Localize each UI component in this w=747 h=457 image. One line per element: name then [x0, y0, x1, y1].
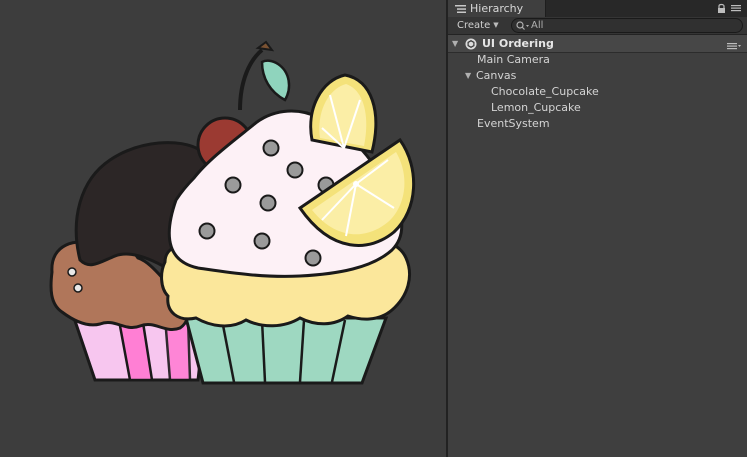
search-input[interactable]: All	[511, 18, 743, 33]
lemon-cupcake[interactable]	[160, 73, 416, 385]
expand-arrow-icon[interactable]: ▼	[452, 39, 462, 48]
tab-strip: Hierarchy	[448, 0, 747, 18]
tree-item-label: Chocolate_Cupcake	[491, 84, 599, 98]
expand-arrow-icon[interactable]: ▼	[465, 71, 476, 80]
tree-item-eventsystem[interactable]: EventSystem	[477, 115, 550, 131]
tab-label: Hierarchy	[470, 2, 524, 15]
tree-item-main-camera[interactable]: Main Camera	[477, 51, 550, 67]
cupcakes-canvas	[49, 40, 416, 385]
hierarchy-toolbar: Create ▼ All	[448, 17, 747, 35]
tree-item-label: Lemon_Cupcake	[491, 100, 581, 114]
tab-hierarchy[interactable]: Hierarchy	[448, 0, 546, 17]
scene-name: UI Ordering	[482, 37, 554, 50]
unity-scene-icon	[464, 37, 478, 51]
create-button[interactable]: Create ▼	[453, 18, 503, 32]
scene-menu-icon[interactable]	[727, 37, 741, 50]
scene-view[interactable]	[0, 0, 446, 457]
tree-item-chocolate-cupcake[interactable]: Chocolate_Cupcake	[491, 83, 599, 99]
tree-item-canvas[interactable]: ▼ Canvas	[465, 67, 516, 83]
lock-icon[interactable]	[716, 2, 726, 14]
tab-controls	[716, 2, 741, 14]
search-placeholder: All	[531, 20, 544, 31]
chevron-down-icon: ▼	[493, 21, 499, 29]
list-icon	[454, 3, 466, 15]
create-label: Create	[457, 19, 491, 31]
search-icon	[515, 19, 531, 32]
tree-item-label: EventSystem	[477, 116, 550, 130]
tree-item-label: Canvas	[476, 68, 517, 82]
tree-item-label: Main Camera	[477, 52, 550, 66]
tree-item-lemon-cupcake[interactable]: Lemon_Cupcake	[491, 99, 581, 115]
panel-menu-icon[interactable]	[731, 2, 741, 14]
hierarchy-panel: Hierarchy Create ▼ All ▼ UI Ordering Mai…	[448, 0, 747, 457]
